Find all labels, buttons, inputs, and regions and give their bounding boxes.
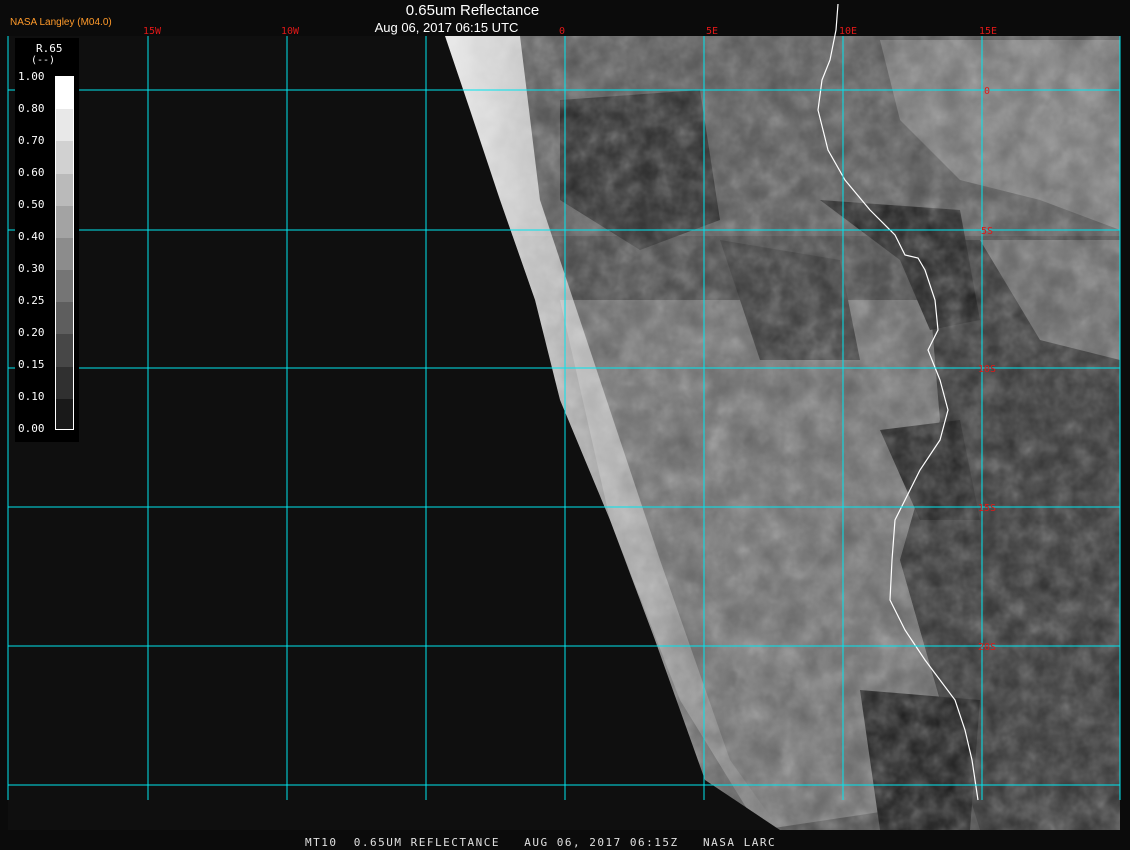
legend-color-segment <box>56 302 73 336</box>
color-scale-legend: R.65 (--) 1.00 0.80 0.70 0.60 0.50 0.40 0.30 0.… <box>15 38 79 442</box>
legend-tick-label: 0.50 <box>18 198 45 211</box>
image-timestamp: Aug 06, 2017 06:15 UTC <box>374 20 519 35</box>
legend-color-segment <box>56 334 73 368</box>
latitude-label: 5S <box>981 226 993 237</box>
legend-gradient-bar <box>55 76 74 430</box>
legend-tick-label: 1.00 <box>18 70 45 83</box>
legend-variable-name: R.65 <box>36 42 63 55</box>
latitude-label: 20S <box>978 642 996 653</box>
legend-tick-label: 0.80 <box>18 102 45 115</box>
legend-color-segment <box>56 109 73 143</box>
legend-color-segment <box>56 270 73 304</box>
legend-tick-label: 0.60 <box>18 166 45 179</box>
image-title: 0.65um Reflectance <box>405 2 540 19</box>
legend-color-segment <box>56 366 73 400</box>
satellite-map: 15W 10W 0 5E 10E 15E05S10S15S20S <box>0 0 1130 850</box>
legend-color-segment <box>56 237 73 272</box>
legend-unit: (--) <box>31 55 56 66</box>
legend-tick-label: 0.00 <box>18 422 45 435</box>
latitude-label: 10S <box>978 364 996 375</box>
legend-tick-label: 0.15 <box>18 358 45 371</box>
legend-color-segment <box>56 77 73 111</box>
latitude-label: 15S <box>978 503 996 514</box>
legend-color-segment <box>56 398 73 429</box>
legend-color-segment <box>56 173 73 207</box>
legend-tick-label: 0.40 <box>18 230 45 243</box>
legend-tick-label: 0.25 <box>18 294 45 307</box>
legend-tick-label: 0.30 <box>18 262 45 275</box>
latitude-label: 0 <box>984 86 990 97</box>
legend-tick-label: 0.10 <box>18 390 45 403</box>
legend-tick-label: 0.20 <box>18 326 45 339</box>
longitude-label: 15E <box>979 26 997 37</box>
legend-color-segment <box>56 141 73 175</box>
legend-color-segment <box>56 205 73 239</box>
footer-caption: MT10 0.65UM REFLECTANCE AUG 06, 2017 06:… <box>305 836 777 849</box>
legend-tick-label: 0.70 <box>18 134 45 147</box>
